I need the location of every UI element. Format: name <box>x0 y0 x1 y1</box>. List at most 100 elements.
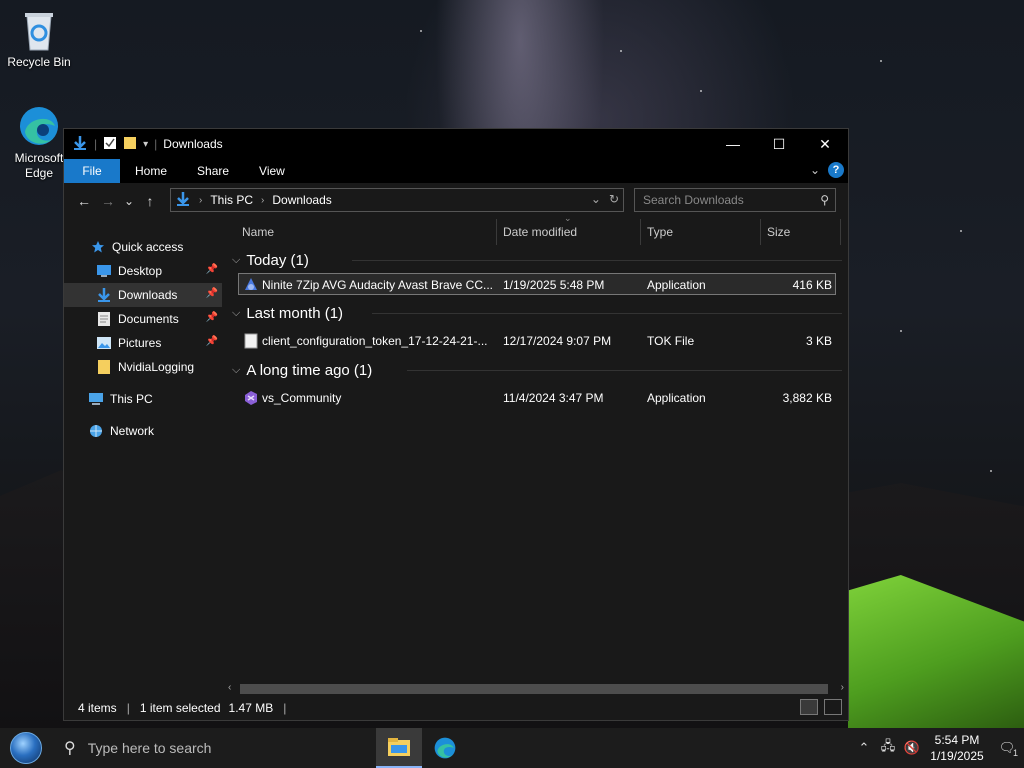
scroll-right-arrow-icon[interactable]: › <box>841 682 844 693</box>
taskbar-search-box[interactable]: ⚲ Type here to search <box>52 728 376 768</box>
item-count: 4 items <box>78 700 117 715</box>
close-button[interactable]: ✕ <box>802 129 848 159</box>
file-row[interactable]: vs_Community 11/4/2024 3:47 PM Applicati… <box>222 387 848 409</box>
large-icons-view-button[interactable] <box>824 699 842 715</box>
breadcrumb-downloads[interactable]: Downloads <box>272 193 331 207</box>
download-icon <box>96 287 112 303</box>
expand-ribbon-icon[interactable]: ⌄ <box>810 163 820 177</box>
file-size: 3 KB <box>805 334 832 348</box>
file-row[interactable]: client_configuration_token_17-12-24-21-.… <box>222 330 848 352</box>
address-dropdown-icon[interactable]: ⌄ <box>591 192 601 206</box>
collapse-chevron-icon[interactable]: ⌵ <box>232 307 240 320</box>
desktop-icon-recycle-bin[interactable]: Recycle Bin <box>4 8 74 70</box>
customize-toolbar-icon[interactable]: ▾ <box>143 139 148 150</box>
documents-icon <box>96 311 112 327</box>
file-name: vs_Community <box>262 391 342 405</box>
clock[interactable]: 5:54 PM 1/19/2025 <box>924 732 990 764</box>
file-date: 1/19/2025 5:48 PM <box>503 278 605 292</box>
action-center-icon[interactable]: 🗨 1 <box>990 740 1024 758</box>
address-bar[interactable]: › This PC › Downloads ⌄ ↻ <box>170 188 624 212</box>
pin-icon[interactable]: 📌 <box>206 312 218 323</box>
file-explorer-icon <box>388 738 410 756</box>
show-hidden-icons-chevron-icon[interactable]: ⌃ <box>852 740 876 756</box>
group-divider <box>352 260 842 261</box>
group-divider <box>372 313 842 314</box>
column-divider[interactable] <box>840 219 841 245</box>
column-header-name[interactable]: Name <box>242 225 274 239</box>
taskbar-search-placeholder: Type here to search <box>87 740 212 756</box>
new-folder-icon[interactable] <box>123 136 137 153</box>
pin-icon[interactable]: 📌 <box>206 288 218 299</box>
file-row[interactable]: Ninite 7Zip AVG Audacity Avast Brave CC.… <box>238 273 836 295</box>
column-header-date-modified[interactable]: Date modified <box>503 225 577 239</box>
sidebar-item-label: Downloads <box>118 288 178 302</box>
sidebar-item-nvidialogging[interactable]: NvidiaLogging <box>64 355 222 379</box>
sidebar-item-this-pc[interactable]: This PC <box>64 387 222 411</box>
details-view-button[interactable] <box>800 699 818 715</box>
recent-locations-button[interactable]: ⌄ <box>120 194 138 208</box>
search-icon: ⚲ <box>64 740 76 757</box>
title-bar[interactable]: | ▾ | Downloads — ☐ ✕ <box>64 129 848 159</box>
minimize-button[interactable]: — <box>710 129 756 159</box>
sidebar-item-label: This PC <box>110 392 153 406</box>
sidebar-item-label: Network <box>110 424 155 438</box>
taskbar-file-explorer[interactable] <box>376 728 422 768</box>
up-button[interactable]: ↑ <box>138 193 162 209</box>
breadcrumb-this-pc[interactable]: This PC <box>210 193 253 207</box>
navigation-bar: ← → ⌄ ↑ › This PC › Downloads ⌄ ↻ Search… <box>64 183 848 219</box>
tab-file[interactable]: File <box>64 159 120 183</box>
back-button[interactable]: ← <box>72 193 96 209</box>
group-header-last-month[interactable]: ⌵ Last month (1) <box>222 300 848 326</box>
pin-icon[interactable]: 📌 <box>206 264 218 275</box>
recycle-bin-label: Recycle Bin <box>7 55 71 69</box>
column-divider[interactable] <box>640 219 641 245</box>
column-divider[interactable] <box>496 219 497 245</box>
file-name: client_configuration_token_17-12-24-21-.… <box>262 334 488 348</box>
start-button[interactable] <box>0 728 52 768</box>
taskbar-edge[interactable] <box>422 728 468 768</box>
quick-access-toolbar: | ▾ | <box>64 135 157 154</box>
column-header-type[interactable]: Type <box>647 225 673 239</box>
collapse-chevron-icon[interactable]: ⌵ <box>232 364 240 377</box>
document-file-icon <box>244 333 258 349</box>
collapse-chevron-icon[interactable]: ⌵ <box>232 254 240 267</box>
file-list: Name Date modified ⌄ Type Size ⌵ Today (… <box>222 213 848 697</box>
pin-icon[interactable]: 📌 <box>206 336 218 347</box>
scroll-left-arrow-icon[interactable]: ‹ <box>228 682 231 693</box>
refresh-icon[interactable]: ↻ <box>609 192 619 206</box>
tab-share[interactable]: Share <box>182 159 244 183</box>
help-icon[interactable]: ? <box>828 162 844 178</box>
sidebar-item-network[interactable]: Network <box>64 419 222 443</box>
sidebar-item-label: Quick access <box>112 240 184 254</box>
group-header-today[interactable]: ⌵ Today (1) <box>222 247 848 273</box>
maximize-button[interactable]: ☐ <box>756 129 802 159</box>
scrollbar-thumb[interactable] <box>240 684 828 694</box>
forward-button[interactable]: → <box>96 193 120 209</box>
volume-muted-icon[interactable]: 🔇 <box>900 740 924 756</box>
sidebar-item-desktop[interactable]: Desktop 📌 <box>64 259 222 283</box>
status-bar: 4 items | 1 item selected 1.47 MB | <box>64 695 848 720</box>
edge-icon <box>434 737 456 759</box>
group-header-long-time-ago[interactable]: ⌵ A long time ago (1) <box>222 357 848 383</box>
network-status-icon[interactable]: 🖧 <box>876 737 900 759</box>
clock-date: 1/19/2025 <box>930 749 984 763</box>
group-label: Today (1) <box>246 251 309 269</box>
sidebar-item-documents[interactable]: Documents 📌 <box>64 307 222 331</box>
search-placeholder: Search Downloads <box>643 193 744 207</box>
selection-count: 1 item selected <box>139 700 221 715</box>
sidebar-item-quick-access[interactable]: Quick access <box>64 235 222 259</box>
sidebar-item-label: Pictures <box>118 336 162 350</box>
column-header-size[interactable]: Size <box>767 225 790 239</box>
file-name: Ninite 7Zip AVG Audacity Avast Brave CC.… <box>262 278 493 292</box>
sidebar-item-pictures[interactable]: Pictures 📌 <box>64 331 222 355</box>
tab-view[interactable]: View <box>244 159 300 183</box>
column-divider[interactable] <box>760 219 761 245</box>
file-size: 416 KB <box>792 278 832 292</box>
window-title: Downloads <box>163 137 223 151</box>
sidebar-item-downloads[interactable]: Downloads 📌 <box>64 283 222 307</box>
properties-icon[interactable] <box>103 136 117 153</box>
tab-home[interactable]: Home <box>120 159 182 183</box>
search-input[interactable]: Search Downloads ⚲ <box>634 188 836 212</box>
toolbar-divider: | <box>94 137 98 151</box>
star-icon <box>90 239 106 255</box>
